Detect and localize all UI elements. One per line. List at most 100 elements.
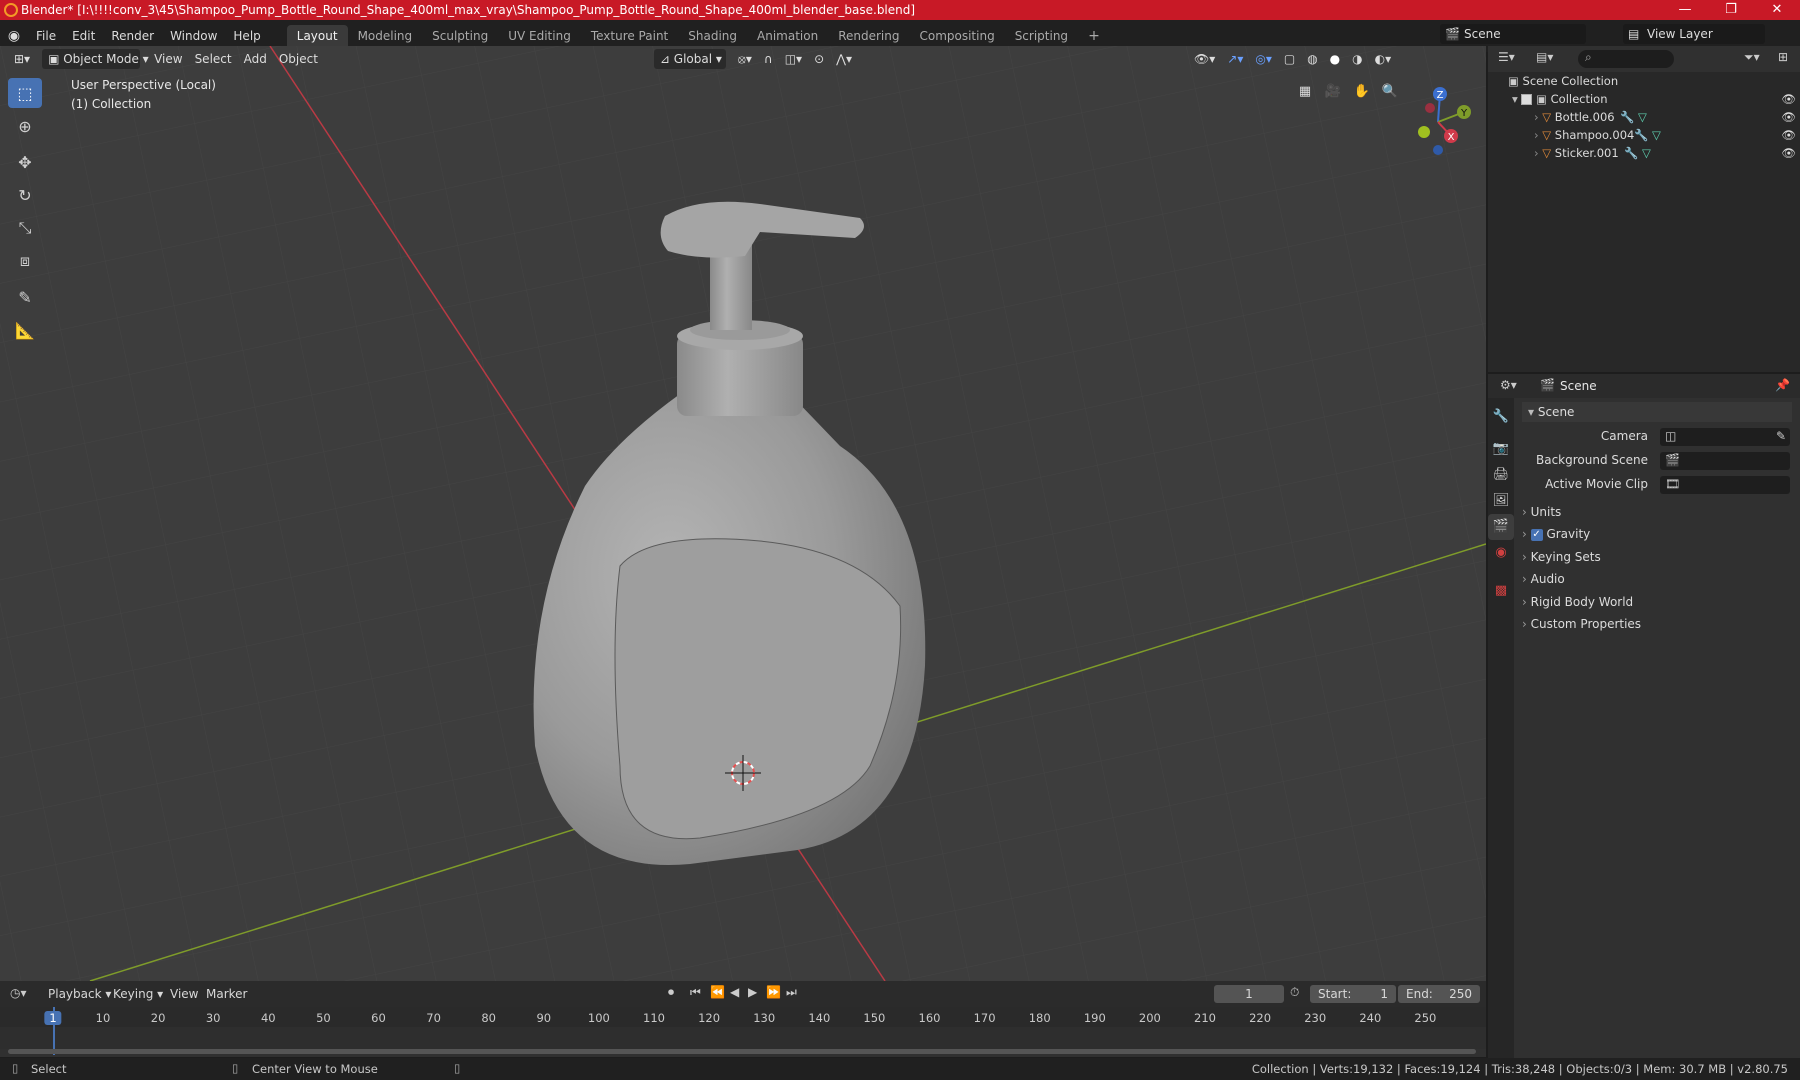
jump-end-button[interactable]: ⏭ [786,985,797,1000]
background-scene-field[interactable]: 🎬 [1660,452,1790,470]
keying-sets-section[interactable]: › Keying Sets [1522,550,1601,564]
minimize-button[interactable]: — [1662,0,1708,20]
modifier-icon[interactable]: 🔧 [1634,126,1648,144]
editor-type-icon[interactable]: ⊞▾ [8,49,36,69]
wireframe-shading-icon[interactable]: ◍ [1301,49,1323,69]
add-menu[interactable]: Add [238,49,273,69]
collection-row[interactable]: ▾ ▣ Collection 👁 [1512,90,1796,108]
audio-section[interactable]: › Audio [1522,572,1565,586]
world-tab-icon[interactable]: ◉ [1488,540,1514,566]
falloff-icon[interactable]: ⋀▾ [830,49,858,69]
active-movie-clip-field[interactable]: 🎞 [1660,476,1790,494]
3d-viewport[interactable]: User Perspective (Local) (1) Collection … [0,46,1486,981]
tab-compositing[interactable]: Compositing [909,25,1004,47]
proportional-edit-icon[interactable]: ⊙ [808,49,830,69]
modifier-icon[interactable]: 🔧 [1624,144,1638,162]
timeline-frames-area[interactable] [0,1027,1486,1049]
timeline-view-menu[interactable]: View [170,987,198,1001]
play-reverse-button[interactable]: ◀ [730,985,739,999]
menu-file[interactable]: File [28,25,64,47]
tab-modeling[interactable]: Modeling [348,25,423,47]
new-collection-icon[interactable]: ⊞ [1778,50,1788,64]
solid-shading-icon[interactable]: ● [1324,49,1346,69]
camera-field[interactable]: ◫ ✎ [1660,428,1790,446]
outliner-item-shampoo[interactable]: › ▽ Shampoo.004 🔧 ▽ 👁 [1534,126,1796,144]
menu-help[interactable]: Help [225,25,268,47]
camera-icon[interactable]: 🎥 [1321,80,1345,104]
output-tab-icon[interactable]: 🖨 [1488,462,1514,488]
render-tab-icon[interactable]: 📷 [1488,436,1514,462]
gizmo-toggle-icon[interactable]: ↗▾ [1221,49,1249,69]
add-workspace-button[interactable]: + [1078,25,1110,47]
collection-expand-icon[interactable]: ▾ [1512,92,1521,106]
tab-rendering[interactable]: Rendering [828,25,909,47]
outliner-editor-icon[interactable]: ☰▾ [1498,50,1515,64]
rigid-body-world-section[interactable]: › Rigid Body World [1522,595,1633,609]
next-keyframe-button[interactable]: ⏩ [766,985,781,999]
keying-menu[interactable]: Keying ▾ [113,987,163,1001]
scene-selector[interactable]: 🎬 Scene [1440,24,1586,44]
snap-magnet-icon[interactable]: ∩ [758,49,779,69]
visibility-eye-icon[interactable]: 👁 [1781,108,1796,126]
scale-tool[interactable]: ⤡ [8,213,42,243]
annotate-tool[interactable]: ✎ [8,282,42,312]
scene-panel-header[interactable]: ▾ Scene [1522,402,1792,422]
toggle-camera-view-icon[interactable]: ▦ [1293,80,1317,104]
xray-toggle-icon[interactable]: ▢ [1278,49,1301,69]
current-frame-field[interactable]: 1 [1214,985,1284,1003]
tab-scripting[interactable]: Scripting [1005,25,1078,47]
jump-start-button[interactable]: ⏮ [690,985,701,1000]
view-menu[interactable]: View [148,49,188,69]
object-menu[interactable]: Object [273,49,324,69]
mesh-data-icon[interactable]: ▽ [1642,144,1651,162]
view-layer-tab-icon[interactable]: 🖼 [1488,488,1514,514]
snap-target-icon[interactable]: ◫▾ [779,49,808,69]
mesh-data-icon[interactable]: ▽ [1652,126,1661,144]
outliner-search-input[interactable] [1578,50,1674,68]
timeline-scrollbar[interactable] [8,1049,1476,1054]
end-frame-field[interactable]: End: 250 [1398,985,1480,1003]
visibility-filter-icon[interactable]: 👁▾ [1188,49,1221,69]
rendered-shading-icon[interactable]: ◐▾ [1369,49,1398,69]
cursor-tool[interactable]: ⊕ [8,111,42,141]
tool-tab-icon[interactable]: 🔧 [1488,404,1514,430]
view-layer-selector[interactable]: ▤ View Layer [1623,24,1765,44]
playback-menu[interactable]: Playback ▾ [48,987,111,1001]
outliner-item-bottle[interactable]: › ▽ Bottle.006 🔧 ▽ 👁 [1534,108,1796,126]
tab-layout[interactable]: Layout [286,25,348,47]
transform-tool[interactable]: ⧈ [8,246,42,276]
stopwatch-icon[interactable]: ⏱ [1290,985,1299,1000]
display-mode-icon[interactable]: ▤▾ [1536,50,1553,64]
custom-properties-section[interactable]: › Custom Properties [1522,617,1641,631]
material-shading-icon[interactable]: ◑ [1346,49,1368,69]
filter-icon[interactable]: ⏷▾ [1744,50,1760,65]
gravity-section[interactable]: › ✓ Gravity [1522,527,1590,541]
tab-uv-editing[interactable]: UV Editing [498,25,581,47]
tab-texture-paint[interactable]: Texture Paint [581,25,678,47]
eyedropper-icon[interactable]: ✎ [1776,429,1786,443]
gravity-checkbox[interactable]: ✓ [1530,528,1543,541]
menu-window[interactable]: Window [162,25,225,47]
tab-sculpting[interactable]: Sculpting [422,25,498,47]
texture-tab-icon[interactable]: ▩ [1488,578,1514,604]
visibility-eye-icon[interactable]: 👁 [1781,126,1796,144]
pan-hand-icon[interactable]: ✋ [1350,80,1374,104]
select-box-tool[interactable]: ⬚ [8,78,42,108]
tab-shading[interactable]: Shading [678,25,747,47]
tab-animation[interactable]: Animation [747,25,828,47]
object-mode-dropdown[interactable]: ▣ Object Mode ▾ [42,49,149,69]
scene-collection-row[interactable]: ▣ Scene Collection [1508,72,1618,90]
scene-tab-icon[interactable]: 🎬 [1488,514,1514,540]
prev-keyframe-button[interactable]: ⏪ [710,985,725,999]
timeline-editor-icon[interactable]: ◷▾ [10,986,27,1000]
blender-menu-icon[interactable]: ◉ [0,28,28,44]
play-button[interactable]: ▶ [748,985,757,999]
measure-tool[interactable]: 📐 [8,315,42,345]
overlay-toggle-icon[interactable]: ◎▾ [1249,49,1278,69]
menu-edit[interactable]: Edit [64,25,103,47]
modifier-icon[interactable]: 🔧 [1620,108,1634,126]
collection-checkbox[interactable] [1521,94,1533,105]
properties-editor-icon[interactable]: ⚙▾ [1500,378,1517,392]
menu-render[interactable]: Render [103,25,162,47]
transform-orientation-dropdown[interactable]: ⊿ Global ▾ [653,49,726,69]
